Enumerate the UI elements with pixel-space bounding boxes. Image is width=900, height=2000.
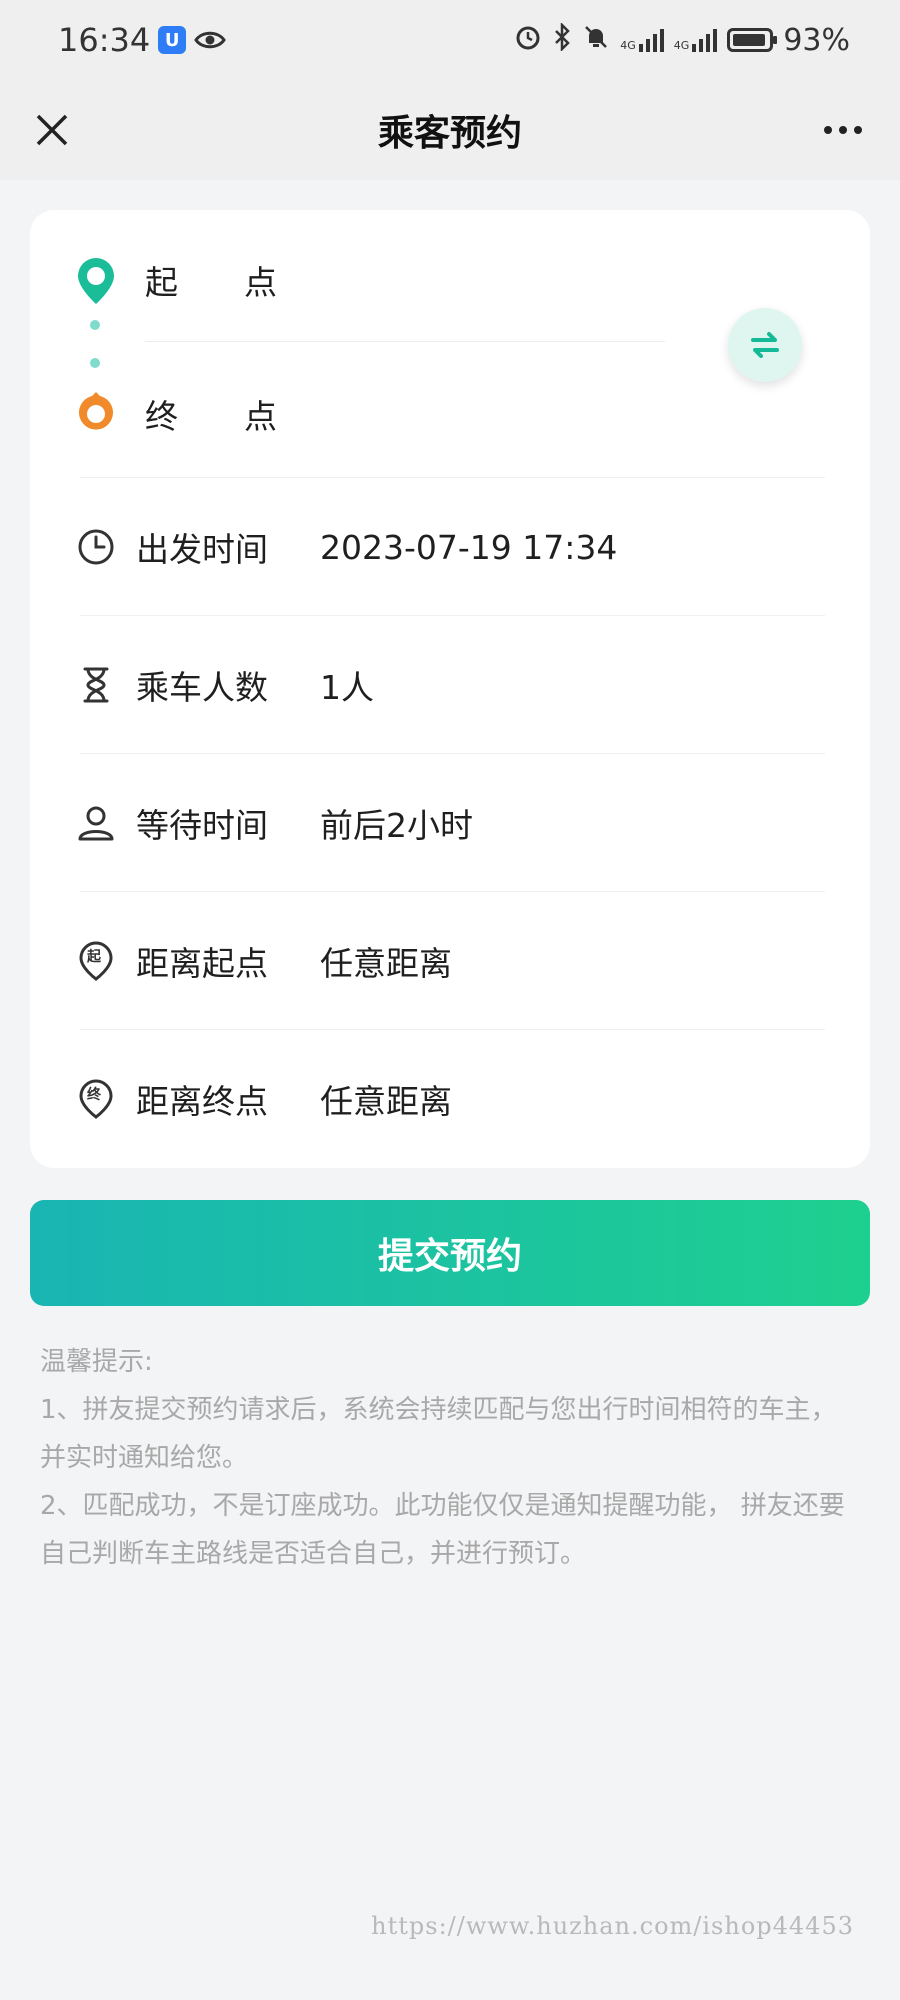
- start-location-badge-icon: 起: [76, 941, 116, 981]
- end-badge-char: 终: [87, 1087, 101, 1103]
- bluetooth-icon: [552, 21, 572, 58]
- departure-time-label: 出发时间: [136, 530, 268, 569]
- battery-icon: [727, 28, 778, 52]
- signal-icon-2: 4G: [674, 28, 718, 52]
- end-point-field[interactable]: 终 点: [145, 390, 277, 438]
- end-location-badge-icon: 终: [76, 1079, 116, 1119]
- distance-start-value: 任意距离: [320, 944, 452, 983]
- wait-time-row[interactable]: 等待时间 前后2小时: [30, 754, 870, 892]
- more-dot: [824, 126, 832, 134]
- end-pin-icon: [76, 388, 116, 438]
- hourglass-icon: [76, 665, 116, 705]
- status-time: 16:34: [58, 21, 151, 59]
- distance-end-label: 距离终点: [136, 1082, 268, 1121]
- start-point-field[interactable]: 起 点: [145, 256, 277, 304]
- mute-bell-icon: [582, 23, 610, 58]
- nav-header: 乘客预约: [0, 80, 900, 180]
- tips-title: 温馨提示:: [40, 1347, 153, 1377]
- swap-icon: [751, 332, 779, 358]
- distance-start-label: 距离起点: [136, 944, 268, 983]
- clock-icon: [76, 527, 116, 567]
- battery-percent: 93%: [783, 22, 850, 58]
- wait-time-label: 等待时间: [136, 806, 268, 845]
- start-badge-char: 起: [87, 949, 101, 965]
- distance-end-row[interactable]: 终 距离终点 任意距离: [30, 1030, 870, 1168]
- distance-end-value: 任意距离: [320, 1082, 452, 1121]
- more-button[interactable]: [808, 100, 878, 160]
- tips-line-1: 1、拼友提交预约请求后，系统会持续匹配与您出行时间相符的车主，并实时通知给您。: [40, 1395, 837, 1473]
- route-dot: [90, 358, 100, 368]
- tips-section: 温馨提示: 1、拼友提交预约请求后，系统会持续匹配与您出行时间相符的车主，并实时…: [40, 1338, 860, 1578]
- submit-booking-button[interactable]: 提交预约: [30, 1200, 870, 1306]
- passenger-count-row[interactable]: 乘车人数 1人: [30, 616, 870, 754]
- booking-card: 起 点 终 点 出发时间 2023-07-19 17:34 乘车人数 1人 等待…: [30, 210, 870, 1168]
- passenger-count-label: 乘车人数: [136, 668, 268, 707]
- status-left: 16:34 U: [58, 21, 227, 59]
- route-dot: [90, 320, 100, 330]
- more-dot: [839, 126, 847, 134]
- start-pin-icon: [74, 256, 118, 310]
- tips-line-2: 2、匹配成功，不是订座成功。此功能仅仅是通知提醒功能， 拼友还要自己判断车主路线…: [40, 1491, 845, 1569]
- route-divider: [145, 341, 665, 342]
- departure-time-row[interactable]: 出发时间 2023-07-19 17:34: [30, 478, 870, 616]
- departure-time-value: 2023-07-19 17:34: [320, 527, 618, 567]
- wait-time-value: 前后2小时: [320, 806, 473, 845]
- signal-icon-1: 4G: [620, 28, 664, 52]
- distance-start-row[interactable]: 起 距离起点 任意距离: [30, 892, 870, 1030]
- shield-app-icon: U: [158, 26, 187, 54]
- route-section: 起 点 终 点: [30, 210, 870, 478]
- watermark: https://www.huzhan.com/ishop44453: [371, 1912, 854, 1940]
- page-title: 乘客预约: [377, 113, 522, 154]
- more-dot: [854, 126, 862, 134]
- swap-button[interactable]: [728, 308, 802, 382]
- eye-icon: [194, 21, 227, 59]
- status-bar: 16:34 U 4G 4G 93%: [0, 0, 900, 80]
- status-right: 4G 4G 93%: [514, 21, 850, 58]
- close-icon: [36, 114, 68, 146]
- passenger-count-value: 1人: [320, 668, 374, 707]
- close-button[interactable]: [22, 100, 82, 160]
- alarm-icon: [514, 23, 542, 58]
- user-icon: [76, 803, 116, 843]
